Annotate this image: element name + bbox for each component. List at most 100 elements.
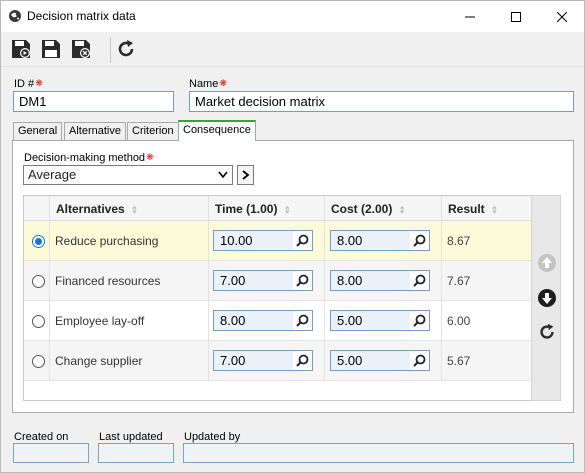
- save-icon: [42, 40, 60, 58]
- move-down-button[interactable]: [536, 287, 558, 309]
- column-divider: [324, 221, 325, 261]
- column-divider: [441, 301, 442, 341]
- cost-lookup-button[interactable]: [410, 350, 430, 371]
- toolbar-separator: [110, 37, 111, 63]
- tab-alternative[interactable]: Alternative: [64, 122, 126, 140]
- column-cost[interactable]: Cost (2.00) ⇕: [324, 196, 442, 221]
- maximize-button[interactable]: [493, 1, 539, 32]
- time-value-field[interactable]: 8.00: [213, 310, 294, 331]
- column-divider: [208, 301, 209, 341]
- time-lookup-button[interactable]: [293, 350, 313, 371]
- time-value-field[interactable]: 7.00: [213, 270, 294, 291]
- refresh-icon: [540, 323, 554, 339]
- column-divider: [208, 341, 209, 381]
- row-select-radio[interactable]: [32, 355, 45, 368]
- result-value: 7.67: [447, 274, 471, 288]
- app-globe-icon: [8, 9, 22, 23]
- tab-criterion[interactable]: Criterion: [127, 122, 179, 140]
- cost-lookup-button[interactable]: [410, 270, 430, 291]
- method-label: Decision-making method❋: [24, 152, 154, 164]
- search-icon: [296, 354, 309, 367]
- search-icon: [296, 314, 309, 327]
- column-divider: [441, 221, 442, 261]
- save-new-button[interactable]: [9, 37, 33, 61]
- cost-value-field[interactable]: 5.00: [330, 350, 411, 371]
- time-value-field[interactable]: 7.00: [213, 350, 294, 371]
- time-lookup-button[interactable]: [293, 270, 313, 291]
- column-divider: [208, 261, 209, 301]
- search-icon: [413, 354, 426, 367]
- id-field[interactable]: DM1: [13, 91, 174, 112]
- search-icon: [413, 314, 426, 327]
- method-select[interactable]: Average: [23, 165, 233, 185]
- id-label: ID #❋: [14, 78, 43, 90]
- name-label: Name❋: [189, 78, 227, 90]
- time-value-field[interactable]: 10.00: [213, 230, 294, 251]
- save-close-button[interactable]: [69, 37, 93, 61]
- chevron-down-icon: [218, 171, 228, 179]
- cost-lookup-button[interactable]: [410, 310, 430, 331]
- result-value: 6.00: [447, 314, 471, 328]
- consequence-grid: Alternatives ⇕ Time (1.00) ⇕ Cost (2.00) ⇕ …: [23, 195, 532, 401]
- refresh-button[interactable]: [114, 37, 138, 61]
- row-select-radio[interactable]: [32, 235, 45, 248]
- last-updated-field: [98, 443, 174, 463]
- tab-consequence[interactable]: Consequence: [178, 120, 256, 141]
- column-divider: [49, 341, 50, 381]
- minimize-button[interactable]: [447, 1, 493, 32]
- table-row[interactable]: Employee lay-off 8.00 5.00 6.00: [24, 301, 531, 341]
- save-button[interactable]: [39, 37, 63, 61]
- move-up-button[interactable]: [536, 252, 558, 274]
- method-go-button[interactable]: [237, 165, 254, 185]
- search-icon: [413, 274, 426, 287]
- time-lookup-button[interactable]: [293, 230, 313, 251]
- column-divider: [441, 341, 442, 381]
- cost-value-field[interactable]: 5.00: [330, 310, 411, 331]
- table-row[interactable]: Financed resources 7.00 8.00 7.67: [24, 261, 531, 301]
- alternative-name: Change supplier: [55, 354, 143, 368]
- alternative-name: Financed resources: [55, 274, 161, 288]
- cost-value-field[interactable]: 8.00: [330, 270, 411, 291]
- created-on-label: Created on: [14, 431, 69, 443]
- row-select-radio[interactable]: [32, 315, 45, 328]
- result-value: 8.67: [447, 234, 471, 248]
- cost-value-field[interactable]: 8.00: [330, 230, 411, 251]
- table-row[interactable]: Reduce purchasing 10.00 8.00 8.67: [24, 221, 531, 261]
- refresh-icon: [118, 40, 134, 57]
- move-up-icon: [538, 254, 556, 272]
- minimize-icon: [465, 16, 475, 17]
- table-row[interactable]: Change supplier 7.00 5.00 5.67: [24, 341, 531, 381]
- close-icon: [557, 11, 567, 22]
- alternative-name: Reduce purchasing: [55, 234, 159, 248]
- column-divider: [324, 301, 325, 341]
- updated-by-label: Updated by: [184, 431, 241, 443]
- name-field[interactable]: Market decision matrix: [189, 91, 574, 112]
- search-icon: [296, 234, 309, 247]
- result-value: 5.67: [447, 354, 471, 368]
- sort-icon: ⇕: [283, 205, 292, 215]
- column-divider: [49, 221, 50, 261]
- method-value: Average: [28, 167, 77, 182]
- close-button[interactable]: [539, 1, 585, 32]
- column-divider: [441, 261, 442, 301]
- window-title: Decision matrix data: [27, 9, 136, 23]
- cost-lookup-button[interactable]: [410, 230, 430, 251]
- column-result[interactable]: Result ⇕: [441, 196, 531, 221]
- required-icon: ❋: [219, 78, 227, 88]
- grid-refresh-button[interactable]: [536, 321, 558, 343]
- row-select-radio[interactable]: [32, 275, 45, 288]
- column-time[interactable]: Time (1.00) ⇕: [208, 196, 325, 221]
- column-divider: [324, 341, 325, 381]
- sort-icon: ⇕: [490, 205, 499, 215]
- decision-matrix-window: Decision matrix data ID #❋ DM1 Name❋ Mar…: [0, 0, 585, 473]
- column-alternatives[interactable]: Alternatives ⇕: [49, 196, 209, 221]
- chevron-right-icon: [241, 170, 249, 180]
- time-lookup-button[interactable]: [293, 310, 313, 331]
- column-divider: [49, 301, 50, 341]
- toolbar: [1, 32, 584, 67]
- search-icon: [413, 234, 426, 247]
- search-icon: [296, 274, 309, 287]
- save-new-icon: [12, 40, 30, 58]
- tab-general[interactable]: General: [13, 122, 63, 140]
- column-divider: [49, 261, 50, 301]
